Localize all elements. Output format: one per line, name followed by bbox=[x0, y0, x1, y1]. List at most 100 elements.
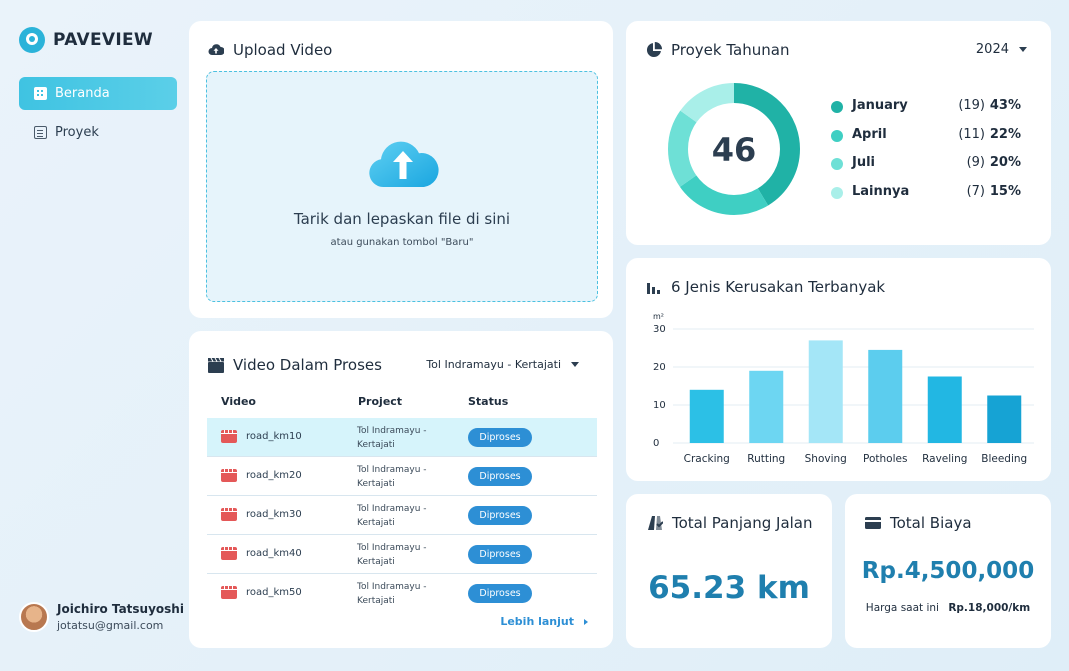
year-dropdown[interactable]: 2024 bbox=[976, 42, 1027, 57]
drop-instruction: Tarik dan lepaskan file di sini bbox=[293, 210, 511, 228]
x-tick-label: Rutting bbox=[747, 453, 785, 465]
video-name: road_km30 bbox=[246, 509, 302, 520]
legend-dot bbox=[831, 187, 843, 199]
table-row[interactable]: road_km30 Tol Indramayu - Kertajati Dipr… bbox=[207, 496, 597, 535]
dashboard-icon bbox=[34, 87, 47, 100]
y-tick-label: 20 bbox=[653, 362, 666, 373]
table-row[interactable]: road_km40 Tol Indramayu - Kertajati Dipr… bbox=[207, 535, 597, 574]
sidebar-item-label: Beranda bbox=[55, 86, 110, 101]
year-value: 2024 bbox=[975, 42, 1009, 57]
video-name: road_km20 bbox=[246, 470, 302, 481]
video-project: Tol Indramayu - Kertajati bbox=[357, 465, 427, 489]
y-tick-label: 10 bbox=[653, 400, 666, 411]
sidebar-item-beranda[interactable]: Beranda bbox=[19, 77, 177, 110]
x-tick-label: Shoving bbox=[805, 453, 847, 465]
price-label: Harga saat ini bbox=[865, 602, 939, 614]
legend-dot bbox=[831, 101, 843, 113]
table-row[interactable]: road_km50 Tol Indramayu - Kertajati Dipr… bbox=[207, 574, 597, 613]
table-row[interactable]: road_km10 Tol Indramayu - Kertajati Dipr… bbox=[207, 418, 597, 457]
legend-item: Lainnya (7) 15% bbox=[831, 183, 1021, 203]
y-tick-label: 30 bbox=[653, 324, 666, 335]
column-header-status: Status bbox=[468, 395, 509, 408]
legend-label: April bbox=[852, 127, 887, 142]
video-name: road_km50 bbox=[246, 587, 302, 598]
upload-title-text: Upload Video bbox=[233, 41, 333, 59]
user-profile[interactable]: Joichiro Tatsuyoshi jotatsu@gmail.com bbox=[19, 602, 184, 632]
legend-dot bbox=[831, 158, 843, 170]
damage-chart-card: 6 Jenis Kerusakan Terbanyak m² 0 10 20 30 C… bbox=[626, 258, 1051, 481]
status-badge[interactable]: Diproses bbox=[468, 506, 532, 525]
drop-hint: atau gunakan tombol "Baru" bbox=[330, 237, 474, 248]
status-badge[interactable]: Diproses bbox=[468, 584, 532, 603]
column-header-project: Project bbox=[358, 395, 403, 408]
video-file-icon bbox=[221, 469, 237, 482]
total-length-card: Total Panjang Jalan 65.23 km bbox=[626, 494, 832, 648]
price-value: Rp.18,000/km bbox=[948, 602, 1031, 614]
damage-bar-chart: m² 0 10 20 30 Cracking Rutting Shoving Pothole… bbox=[653, 312, 1034, 465]
bar-chart-icon bbox=[647, 283, 660, 294]
x-tick-label: Cracking bbox=[684, 453, 730, 465]
total-cost-title-text: Total Biaya bbox=[890, 514, 972, 532]
cloud-upload-icon bbox=[208, 44, 224, 55]
video-file-icon bbox=[221, 430, 237, 443]
annual-projects-card: Proyek Tahunan 2024 46 January (19) 43% … bbox=[626, 21, 1051, 245]
video-file-icon bbox=[221, 547, 237, 560]
legend-item: Juli (9) 20% bbox=[831, 154, 1021, 174]
table-row[interactable]: road_km20 Tol Indramayu - Kertajati Dipr… bbox=[207, 457, 597, 496]
bar-rutting[interactable] bbox=[749, 370, 784, 443]
legend-percent: 43% bbox=[989, 98, 1021, 113]
legend-dot bbox=[831, 130, 843, 142]
sidebar: PAVEVIEW Beranda Proyek Joichiro Tatsuyo… bbox=[0, 0, 188, 671]
legend-percent: 15% bbox=[989, 184, 1021, 199]
chevron-down-icon bbox=[571, 362, 579, 367]
logo-icon bbox=[19, 27, 45, 53]
avatar[interactable] bbox=[19, 602, 49, 632]
legend-label: Juli bbox=[852, 155, 876, 170]
total-cost-title: Total Biaya bbox=[865, 514, 972, 532]
video-name: road_km10 bbox=[246, 431, 302, 442]
legend-count: (9) bbox=[966, 155, 985, 170]
project-filter-value: Tol Indramayu - Kertajati bbox=[426, 358, 561, 371]
video-file-icon bbox=[221, 508, 237, 521]
y-axis-unit: m² bbox=[653, 312, 664, 321]
x-tick-label: Bleeding bbox=[981, 453, 1027, 465]
more-link[interactable]: Lebih lanjut bbox=[500, 615, 588, 628]
annual-projects-title-text: Proyek Tahunan bbox=[671, 41, 790, 59]
clapperboard-icon bbox=[208, 357, 224, 373]
legend-count: (19) bbox=[958, 98, 985, 113]
dropzone[interactable]: Tarik dan lepaskan file di sini atau gun… bbox=[206, 71, 598, 302]
video-process-title: Video Dalam Proses bbox=[208, 356, 382, 374]
column-header-video: Video bbox=[221, 395, 256, 408]
chevron-right-icon bbox=[584, 618, 588, 625]
status-badge[interactable]: Diproses bbox=[468, 467, 532, 486]
legend-item: January (19) 43% bbox=[831, 97, 1021, 117]
damage-chart-title: 6 Jenis Kerusakan Terbanyak bbox=[646, 278, 885, 296]
bar-cracking[interactable] bbox=[689, 389, 724, 443]
video-name: road_km40 bbox=[246, 548, 302, 559]
donut-total: 46 bbox=[712, 131, 757, 169]
cloud-upload-icon bbox=[369, 141, 439, 187]
status-badge[interactable]: Diproses bbox=[468, 428, 532, 447]
damage-chart-title-text: 6 Jenis Kerusakan Terbanyak bbox=[671, 278, 886, 296]
bar-bleeding[interactable] bbox=[987, 395, 1022, 444]
brand-name: PAVEVIEW bbox=[53, 30, 153, 50]
bar-raveling[interactable] bbox=[927, 376, 962, 444]
sidebar-item-proyek[interactable]: Proyek bbox=[19, 116, 177, 149]
project-filter-dropdown[interactable]: Tol Indramayu - Kertajati bbox=[426, 358, 579, 371]
video-process-title-text: Video Dalam Proses bbox=[233, 356, 382, 374]
video-process-card: Video Dalam Proses Tol Indramayu - Kerta… bbox=[189, 331, 613, 648]
status-badge[interactable]: Diproses bbox=[468, 545, 532, 564]
bar-shoving[interactable] bbox=[808, 340, 843, 443]
brand-logo[interactable]: PAVEVIEW bbox=[19, 27, 153, 53]
donut-chart: 46 bbox=[668, 83, 800, 215]
road-icon bbox=[648, 516, 663, 530]
bar-potholes[interactable] bbox=[868, 349, 903, 443]
user-name: Joichiro Tatsuyoshi bbox=[57, 602, 184, 616]
x-tick-label: Potholes bbox=[863, 453, 907, 465]
document-icon bbox=[34, 126, 47, 139]
credit-card-icon bbox=[865, 517, 881, 529]
upload-title: Upload Video bbox=[208, 41, 332, 59]
sidebar-item-label: Proyek bbox=[55, 125, 99, 140]
legend-label: Lainnya bbox=[852, 184, 910, 199]
annual-projects-title: Proyek Tahunan bbox=[646, 41, 789, 59]
